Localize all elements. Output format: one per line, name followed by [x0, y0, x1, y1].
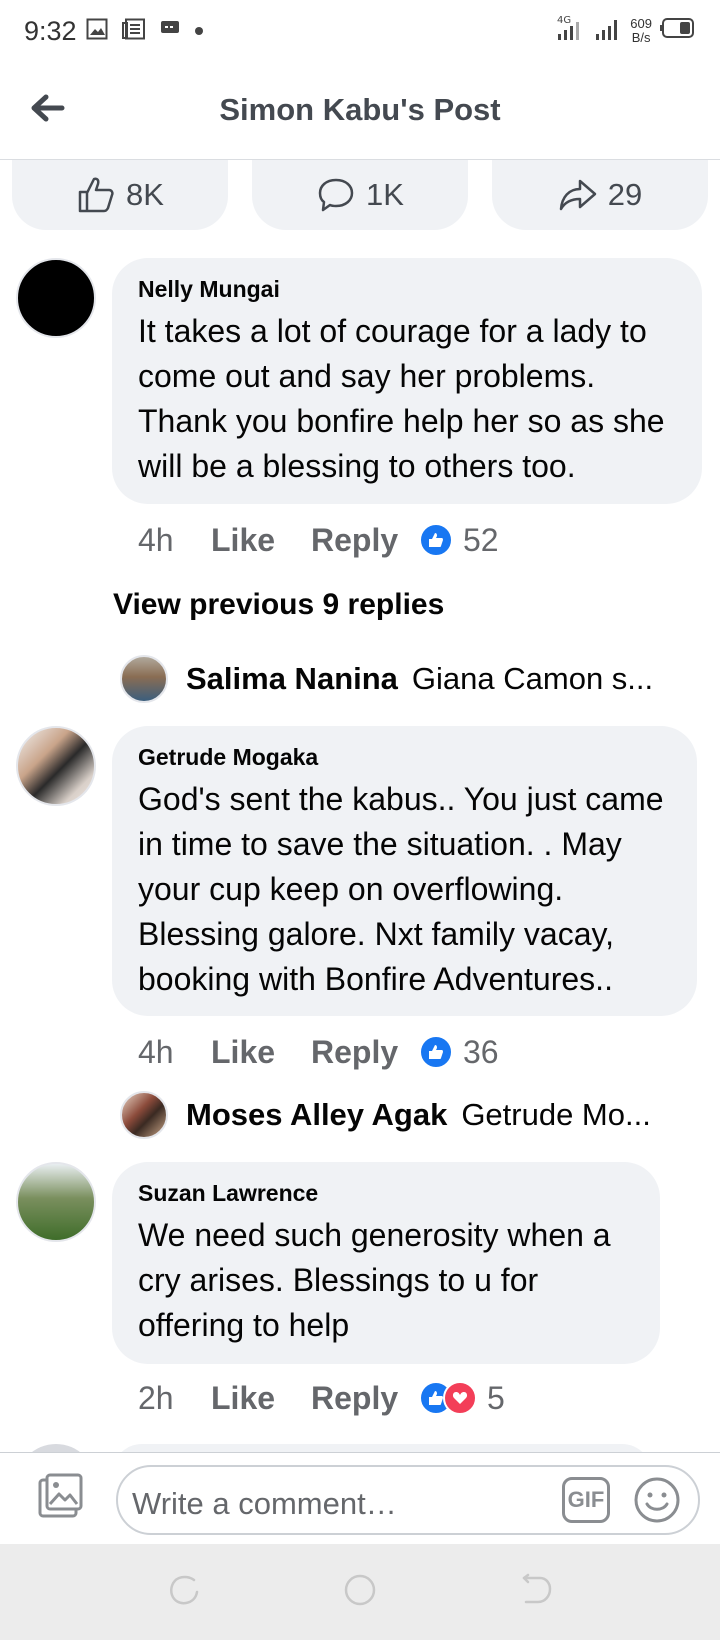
battery-icon: [660, 17, 696, 44]
comment-input[interactable]: Write a comment… GIF: [116, 1465, 700, 1535]
view-previous-replies[interactable]: View previous 9 replies: [113, 588, 444, 622]
reaction-icons: [419, 1381, 477, 1415]
avatar[interactable]: [120, 1091, 168, 1139]
reply-preview[interactable]: Salima Nanina Giana Camon s...: [120, 654, 680, 704]
smiley-icon: [634, 1477, 680, 1523]
reply-text: Getrude Mo...: [461, 1097, 651, 1132]
share-count-button[interactable]: 29: [492, 160, 708, 230]
recent-apps-icon: [170, 1575, 199, 1605]
reply-author[interactable]: Moses Alley Agak: [186, 1097, 447, 1133]
system-nav-bar: [0, 1544, 720, 1640]
comment-composer: Write a comment… GIF: [0, 1452, 720, 1544]
back-nav-button[interactable]: [518, 1572, 554, 1608]
emoji-button[interactable]: [632, 1475, 682, 1525]
gif-button[interactable]: GIF: [562, 1477, 610, 1523]
net-speed-unit: B/s: [631, 29, 651, 45]
reply-button[interactable]: Reply: [311, 1380, 419, 1417]
like-reaction-icon: [419, 523, 453, 557]
comment-author[interactable]: Nelly Mungai: [138, 276, 676, 303]
thumbs-up-icon: [78, 177, 114, 213]
comment-count-button[interactable]: 1K: [252, 160, 468, 230]
comment-time: 2h: [138, 1379, 174, 1416]
post-header: Simon Kabu's Post: [0, 64, 720, 160]
avatar[interactable]: [16, 1162, 96, 1242]
like-button[interactable]: Like: [211, 522, 311, 559]
comment-time: 4h: [138, 521, 174, 558]
status-bar: 9:32 4G 609 B/s: [0, 0, 720, 64]
like-count-button[interactable]: 8K: [12, 160, 228, 230]
share-count: 29: [607, 177, 643, 212]
back-nav-icon: [522, 1573, 552, 1604]
comment-text: We need such generosity when a cry arise…: [138, 1217, 611, 1343]
net-speed: 609 B/s: [630, 15, 652, 45]
comment-count: 1K: [366, 177, 404, 212]
reply-text: Giana Camon s...: [411, 661, 654, 696]
reply-button[interactable]: Reply: [311, 1034, 419, 1071]
dot-icon: [194, 23, 204, 41]
reply-preview[interactable]: Moses Alley Agak Getrude Mo...: [120, 1090, 680, 1140]
page-title: Simon Kabu's Post: [219, 92, 501, 127]
reaction-count: 5: [487, 1379, 505, 1416]
reaction-summary[interactable]: 36: [419, 1034, 499, 1071]
system-icons: 4G 609 B/s: [556, 14, 696, 47]
recent-apps-button[interactable]: [166, 1572, 202, 1608]
comment-author[interactable]: Suzan Lawrence: [138, 1180, 634, 1207]
heart-reaction-icon: [443, 1381, 477, 1415]
comment-actions: 2h Like Reply 5: [138, 1376, 505, 1420]
message-icon: [160, 20, 180, 43]
home-button[interactable]: [342, 1572, 378, 1608]
comment-time: 4h: [138, 1033, 174, 1070]
comment-icon: [318, 178, 354, 212]
reaction-count: 52: [463, 521, 499, 558]
reply-button[interactable]: Reply: [311, 522, 419, 559]
comment-bubble[interactable]: Suzan Lawrence We need such generosity w…: [112, 1162, 660, 1364]
news-icon: [122, 18, 146, 45]
comment-author[interactable]: Getrude Mogaka: [138, 744, 671, 771]
post-actions-bar: 8K 1K 29: [12, 160, 708, 230]
notification-icons: [86, 18, 204, 45]
reply-author[interactable]: Salima Nanina: [186, 661, 398, 697]
signal-4g-icon: 4G: [556, 14, 586, 47]
reaction-summary[interactable]: 5: [419, 1380, 505, 1417]
photo-button[interactable]: [36, 1471, 86, 1521]
like-count: 8K: [126, 177, 164, 212]
like-button[interactable]: Like: [211, 1034, 311, 1071]
like-reaction-icon: [419, 1035, 453, 1069]
svg-text:4G: 4G: [557, 15, 571, 26]
comment-text: God's sent the kabus.. You just came in …: [138, 781, 664, 997]
image-icon: [86, 18, 108, 45]
reaction-summary[interactable]: 52: [419, 522, 499, 559]
reaction-count: 36: [463, 1033, 499, 1070]
home-circle-icon: [344, 1574, 376, 1606]
avatar[interactable]: [16, 258, 96, 338]
comment-input-placeholder: Write a comment…: [132, 1486, 397, 1521]
avatar[interactable]: [16, 726, 96, 806]
like-button[interactable]: Like: [211, 1380, 311, 1417]
comment-actions: 4h Like Reply 52: [138, 518, 499, 562]
comment-bubble[interactable]: Getrude Mogaka God's sent the kabus.. Yo…: [112, 726, 697, 1016]
avatar[interactable]: [120, 655, 168, 703]
comment-actions: 4h Like Reply 36: [138, 1030, 499, 1074]
status-time: 9:32: [24, 16, 77, 46]
signal-bars-icon: [594, 14, 622, 47]
share-icon: [559, 179, 596, 211]
comment-text: It takes a lot of courage for a lady to …: [138, 313, 665, 484]
comment-bubble[interactable]: Nelly Mungai It takes a lot of courage f…: [112, 258, 702, 504]
net-speed-value: 609: [630, 15, 652, 31]
photo-icon: [38, 1473, 83, 1518]
